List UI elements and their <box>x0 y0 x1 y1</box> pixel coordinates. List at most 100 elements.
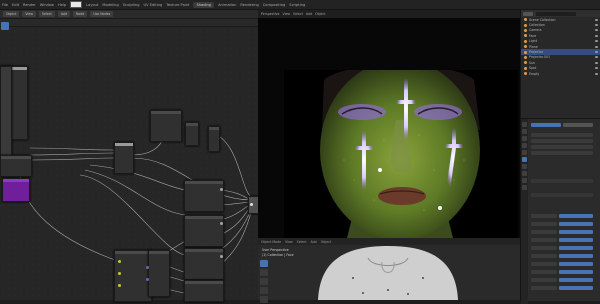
eye-icon[interactable] <box>595 45 598 48</box>
socket-gray[interactable] <box>220 222 223 225</box>
image-texture-node[interactable] <box>114 250 152 302</box>
render-viewport[interactable]: Perspective View Select Add Object <box>258 10 520 242</box>
menu-view[interactable]: View <box>282 12 290 16</box>
property-field[interactable] <box>531 262 557 267</box>
select-tool-icon[interactable] <box>260 260 268 267</box>
tool-tab-icon[interactable] <box>522 122 527 127</box>
color-swatch[interactable] <box>70 1 83 8</box>
constraint-tab-icon[interactable] <box>522 171 527 176</box>
property-row[interactable] <box>531 278 593 283</box>
outliner-row-empty[interactable]: Empty <box>521 71 600 76</box>
outliner-search-input[interactable] <box>536 11 576 16</box>
eye-icon[interactable] <box>595 67 598 70</box>
color-ramp-node[interactable] <box>2 178 30 202</box>
property-row[interactable] <box>531 222 593 227</box>
tab-scripting[interactable]: Scripting <box>289 3 305 7</box>
property-row[interactable] <box>531 286 593 291</box>
socket-yellow[interactable] <box>118 260 121 263</box>
eye-icon[interactable] <box>595 29 598 32</box>
property-field[interactable] <box>531 270 557 275</box>
material-tab-icon[interactable] <box>522 185 527 190</box>
property-row[interactable] <box>531 193 593 198</box>
property-field[interactable] <box>559 278 593 283</box>
property-row[interactable] <box>531 133 593 138</box>
mix-node[interactable] <box>185 122 199 146</box>
property-row[interactable] <box>531 214 593 219</box>
property-row[interactable] <box>531 139 593 144</box>
menu-edit[interactable]: Edit <box>12 3 19 7</box>
rotate-tool-icon[interactable] <box>260 287 268 294</box>
perspective-label[interactable]: Perspective <box>261 12 279 16</box>
property-field[interactable] <box>531 193 593 198</box>
eye-icon[interactable] <box>595 72 598 75</box>
socket-yellow[interactable] <box>118 284 121 287</box>
menu-view[interactable]: View <box>285 240 293 244</box>
tab-layout[interactable]: Layout <box>86 3 98 7</box>
tab-shading[interactable]: Shading <box>193 1 215 8</box>
menu-add[interactable]: Add <box>306 12 312 16</box>
property-row[interactable] <box>531 230 593 235</box>
property-field[interactable] <box>559 254 593 259</box>
eye-icon[interactable] <box>595 34 598 37</box>
property-field[interactable] <box>531 133 593 138</box>
display-mode-dropdown[interactable] <box>523 11 533 16</box>
solid-viewport[interactable]: Object Mode View Select Add Object User … <box>258 238 520 303</box>
tab-animation[interactable]: Animation <box>218 3 236 7</box>
mix-shader-node[interactable] <box>114 142 134 174</box>
eye-icon[interactable] <box>595 56 598 59</box>
tab-sculpting[interactable]: Sculpting <box>123 3 140 7</box>
tab-texture-paint[interactable]: Texture Paint <box>166 3 189 7</box>
frame-node[interactable] <box>0 66 12 158</box>
property-field[interactable] <box>559 246 593 251</box>
property-field[interactable] <box>531 278 557 283</box>
data-tab-icon[interactable] <box>522 178 527 183</box>
menu-select[interactable]: Select <box>297 240 307 244</box>
tab-compositing[interactable]: Compositing <box>263 3 286 7</box>
menu-window[interactable]: Window <box>40 3 54 7</box>
property-field[interactable] <box>531 230 557 235</box>
property-field[interactable] <box>531 123 561 128</box>
socket-purple[interactable] <box>146 278 149 281</box>
property-field[interactable] <box>559 270 593 275</box>
property-row[interactable] <box>531 262 593 267</box>
menu-add[interactable]: Add <box>311 240 317 244</box>
render-tab-icon[interactable] <box>522 129 527 134</box>
property-field[interactable] <box>531 286 557 291</box>
property-field[interactable] <box>531 179 593 184</box>
bump-node[interactable] <box>184 280 224 302</box>
property-field[interactable] <box>559 286 593 291</box>
tab-modeling[interactable]: Modeling <box>102 3 118 7</box>
property-field[interactable] <box>559 230 593 235</box>
node-editor[interactable]: Object View Select Add Node Use Nodes <box>0 10 260 302</box>
socket-gray[interactable] <box>250 203 253 206</box>
eye-icon[interactable] <box>595 51 598 54</box>
vector-math-node[interactable] <box>184 180 224 212</box>
scene-tab-icon[interactable] <box>522 143 527 148</box>
menu-select[interactable]: Select <box>293 12 303 16</box>
property-field[interactable] <box>531 214 557 219</box>
socket-yellow[interactable] <box>118 272 121 275</box>
socket-gray[interactable] <box>220 188 223 191</box>
eye-icon[interactable] <box>595 40 598 43</box>
menu-object[interactable]: Object <box>315 12 325 16</box>
menu-object[interactable]: Object <box>321 240 331 244</box>
mode-dropdown[interactable]: Object Mode <box>261 240 281 244</box>
property-field[interactable] <box>559 214 593 219</box>
object-tab-icon[interactable] <box>522 157 527 162</box>
property-row[interactable] <box>531 246 593 251</box>
property-row[interactable] <box>531 270 593 275</box>
tab-rendering[interactable]: Rendering <box>240 3 258 7</box>
property-field[interactable] <box>531 151 593 156</box>
property-row[interactable] <box>531 179 593 184</box>
separate-node[interactable] <box>184 215 224 247</box>
property-field[interactable] <box>563 123 593 128</box>
property-field[interactable] <box>531 254 557 259</box>
property-row[interactable] <box>531 145 593 150</box>
group-node[interactable] <box>208 126 220 152</box>
property-field[interactable] <box>531 238 557 243</box>
property-field[interactable] <box>531 145 593 150</box>
eye-icon[interactable] <box>595 24 598 27</box>
socket-purple[interactable] <box>146 266 149 269</box>
move-tool-icon[interactable] <box>260 278 268 285</box>
reroute-node[interactable] <box>0 155 32 177</box>
